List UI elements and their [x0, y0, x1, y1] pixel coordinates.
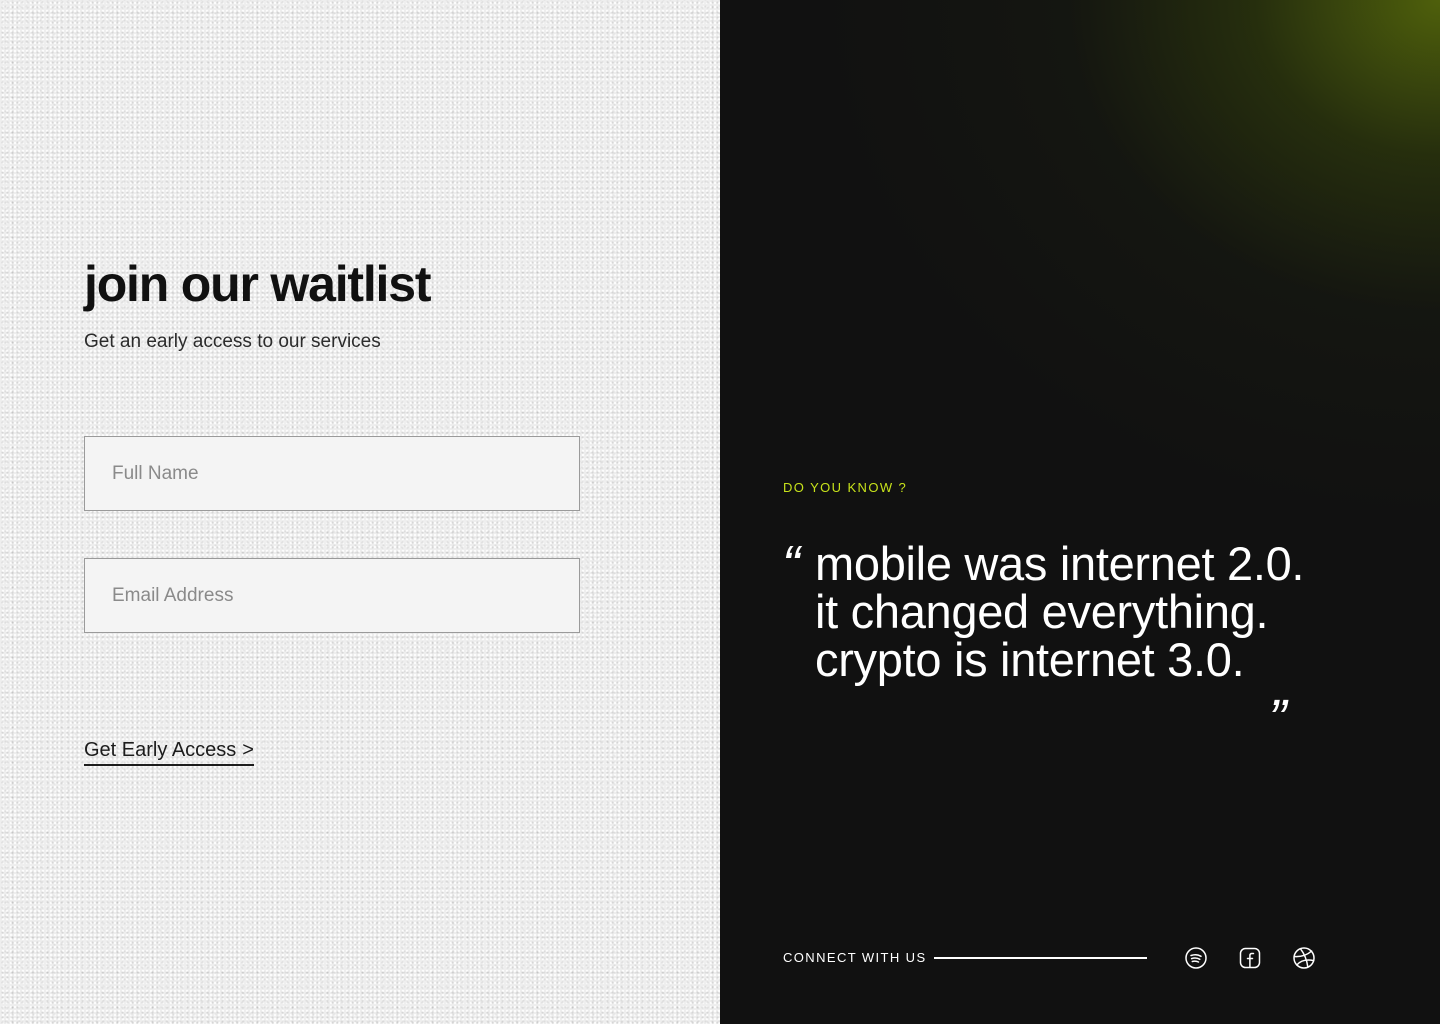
quote-line: mobile was internet 2.0. [815, 537, 1305, 590]
dribbble-icon[interactable] [1292, 946, 1316, 970]
quote-line: it changed everything. [815, 585, 1269, 638]
spotify-icon[interactable] [1184, 946, 1208, 970]
full-name-input[interactable] [84, 436, 580, 511]
quote-line: crypto is internet 3.0. [815, 633, 1245, 686]
facebook-icon[interactable] [1238, 946, 1262, 970]
email-input[interactable] [84, 558, 580, 633]
waitlist-form-panel: join our waitlist Get an early access to… [0, 0, 720, 1024]
connect-label: CONNECT WITH US [783, 950, 927, 965]
close-quote-mark: „ [1274, 657, 1292, 717]
quote-panel: DO YOU KNOW ? “ mobile was internet 2.0.… [720, 0, 1440, 1024]
get-early-access-label: Get Early Access [84, 739, 237, 761]
get-early-access-button[interactable]: Get Early Access > [84, 738, 254, 766]
chevron-right-icon: > [242, 739, 254, 761]
page-subtitle: Get an early access to our services [84, 331, 381, 352]
page-title: join our waitlist [84, 256, 431, 312]
open-quote-mark: “ [782, 535, 800, 595]
quote-text: mobile was internet 2.0. it changed ever… [815, 540, 1304, 684]
quote-eyebrow: DO YOU KNOW ? [783, 480, 908, 495]
connect-divider [934, 957, 1147, 959]
